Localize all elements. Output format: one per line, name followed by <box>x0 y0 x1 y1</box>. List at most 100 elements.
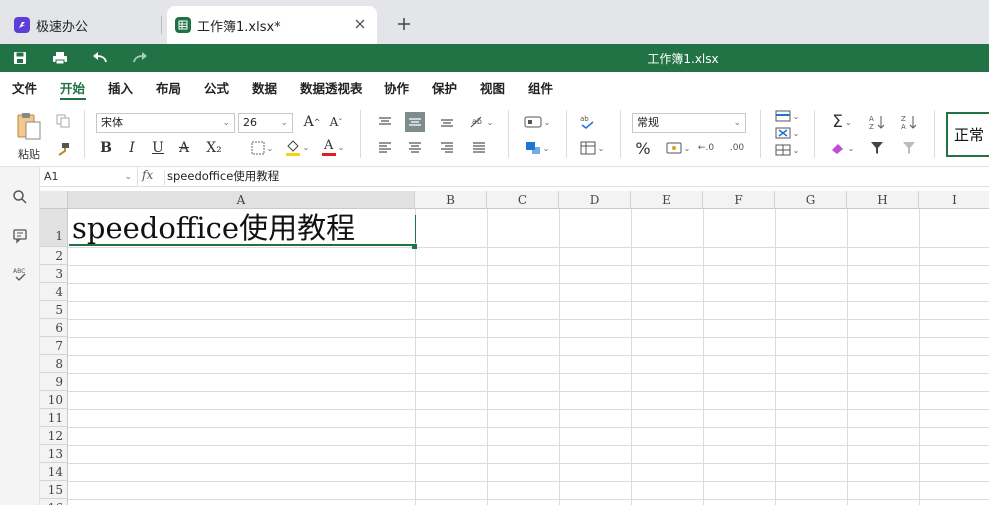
tab-components[interactable]: 组件 <box>528 78 553 97</box>
cell-style-normal[interactable]: 正常 <box>946 112 989 157</box>
decrease-font-icon[interactable]: Aˇ <box>326 112 346 132</box>
row-header[interactable]: 8 <box>40 355 68 373</box>
filter-icon[interactable] <box>866 138 888 158</box>
row-header[interactable]: 1 <box>40 209 68 247</box>
wrap-text-icon[interactable]: ⌄ <box>520 112 554 132</box>
align-right-icon[interactable] <box>438 139 456 157</box>
percent-button[interactable]: % <box>632 138 654 158</box>
select-all-corner[interactable] <box>40 191 68 209</box>
name-box[interactable]: A1 ⌄ <box>40 167 138 187</box>
font-name-select[interactable]: 宋体 ⌄ <box>96 113 235 133</box>
tab-pivot-table[interactable]: 数据透视表 <box>300 78 363 97</box>
fill-color-icon[interactable]: ⌄ <box>282 136 312 158</box>
cell-a1[interactable]: speedoffice使用教程 <box>69 210 415 246</box>
browser-tab-jisu[interactable]: 极速办公 <box>0 6 162 44</box>
tab-file[interactable]: 文件 <box>12 78 37 97</box>
row-header[interactable]: 15 <box>40 481 68 499</box>
align-middle-icon[interactable] <box>405 112 425 132</box>
row-header[interactable]: 14 <box>40 463 68 481</box>
tab-data[interactable]: 数据 <box>252 78 277 97</box>
tab-collaborate[interactable]: 协作 <box>384 78 409 97</box>
spell-check-icon[interactable]: ab <box>576 112 598 132</box>
column-header[interactable]: C <box>487 191 559 209</box>
increase-font-icon[interactable]: A ^ <box>302 112 322 132</box>
align-center-icon[interactable] <box>406 139 424 157</box>
row-header[interactable]: 4 <box>40 283 68 301</box>
search-icon[interactable] <box>10 187 30 207</box>
format-painter-icon[interactable] <box>54 140 72 158</box>
row-header[interactable]: 3 <box>40 265 68 283</box>
subscript-button[interactable]: X₂ <box>200 138 228 158</box>
spellcheck-icon[interactable]: ABC <box>10 264 30 284</box>
column-header[interactable]: A <box>68 191 415 209</box>
column-header[interactable]: B <box>415 191 487 209</box>
text-orientation-icon[interactable]: ab ⌄ <box>466 112 496 132</box>
align-justify-icon[interactable] <box>470 139 488 157</box>
fill-handle[interactable] <box>412 244 417 249</box>
tab-label: 工作簿1.xlsx* <box>197 19 281 35</box>
row-header[interactable]: 2 <box>40 247 68 265</box>
row-header[interactable]: 12 <box>40 427 68 445</box>
column-header[interactable]: E <box>631 191 703 209</box>
font-color-icon[interactable]: A ⌄ <box>318 136 348 158</box>
function-icon[interactable]: fx <box>142 168 153 182</box>
clear-icon[interactable]: ⌄ <box>826 138 858 158</box>
insert-cells-icon[interactable]: ⌄ <box>772 108 802 124</box>
save-icon[interactable] <box>11 49 29 67</box>
tab-view[interactable]: 视图 <box>480 78 505 97</box>
align-bottom-icon[interactable] <box>438 113 456 131</box>
tab-formula[interactable]: 公式 <box>204 78 229 97</box>
row-header[interactable]: 9 <box>40 373 68 391</box>
spreadsheet-grid[interactable]: A B C D E F G H I 1 2 3 4 5 6 7 8 9 10 1… <box>40 191 989 505</box>
tab-protect[interactable]: 保护 <box>432 78 457 97</box>
undo-icon[interactable] <box>91 49 109 67</box>
row-header[interactable]: 11 <box>40 409 68 427</box>
row-header[interactable]: 13 <box>40 445 68 463</box>
delete-cells-icon[interactable]: ⌄ <box>772 125 802 141</box>
column-header[interactable]: D <box>559 191 631 209</box>
tab-insert[interactable]: 插入 <box>108 78 133 97</box>
row-header[interactable]: 7 <box>40 337 68 355</box>
column-header[interactable]: G <box>775 191 847 209</box>
paste-icon[interactable] <box>14 110 44 142</box>
row-header[interactable]: 10 <box>40 391 68 409</box>
merge-cells-icon[interactable]: ⌄ <box>520 138 554 158</box>
new-tab-button[interactable] <box>394 14 414 34</box>
strikethrough-button[interactable]: A <box>174 138 194 158</box>
decrease-decimal-icon[interactable]: .00 <box>726 138 748 158</box>
column-header[interactable]: H <box>847 191 919 209</box>
print-icon[interactable] <box>51 49 69 67</box>
copy-icon[interactable] <box>54 112 72 130</box>
autosum-icon[interactable]: Σ ⌄ <box>826 112 858 132</box>
tab-layout[interactable]: 布局 <box>156 78 181 97</box>
column-header[interactable]: I <box>919 191 989 209</box>
row-header[interactable]: 5 <box>40 301 68 319</box>
redo-icon[interactable] <box>131 49 149 67</box>
tab-home[interactable]: 开始 <box>60 78 85 97</box>
increase-decimal-icon[interactable]: ←.0 <box>696 138 716 158</box>
currency-icon[interactable]: ⌄ <box>664 138 692 158</box>
browser-tab-workbook[interactable]: 工作簿1.xlsx* <box>167 6 377 44</box>
formula-input[interactable]: speedoffice使用教程 <box>164 170 279 185</box>
borders-icon[interactable]: ⌄ <box>248 138 276 158</box>
row-header[interactable]: 16 <box>40 499 68 505</box>
sort-ascending-icon[interactable]: AZ <box>866 112 888 132</box>
grid-line <box>68 499 989 500</box>
column-header[interactable]: F <box>703 191 775 209</box>
grid-line <box>68 481 989 482</box>
align-top-icon[interactable] <box>376 113 394 131</box>
number-format-select[interactable]: 常规 ⌄ <box>632 113 746 133</box>
format-cells-icon[interactable]: ⌄ <box>772 142 802 158</box>
clear-filter-icon[interactable] <box>898 138 920 158</box>
italic-button[interactable]: I <box>122 138 142 158</box>
close-icon[interactable] <box>351 15 369 33</box>
bold-button[interactable]: B <box>96 138 116 158</box>
chevron-down-icon: ⌄ <box>222 118 230 128</box>
underline-button[interactable]: U <box>148 138 168 158</box>
fill-series-icon[interactable]: ⌄ <box>576 138 608 158</box>
row-header[interactable]: 6 <box>40 319 68 337</box>
sort-descending-icon[interactable]: ZA <box>898 112 920 132</box>
font-size-select[interactable]: 26 ⌄ <box>238 113 293 133</box>
comment-icon[interactable] <box>10 226 30 246</box>
align-left-icon[interactable] <box>376 139 394 157</box>
